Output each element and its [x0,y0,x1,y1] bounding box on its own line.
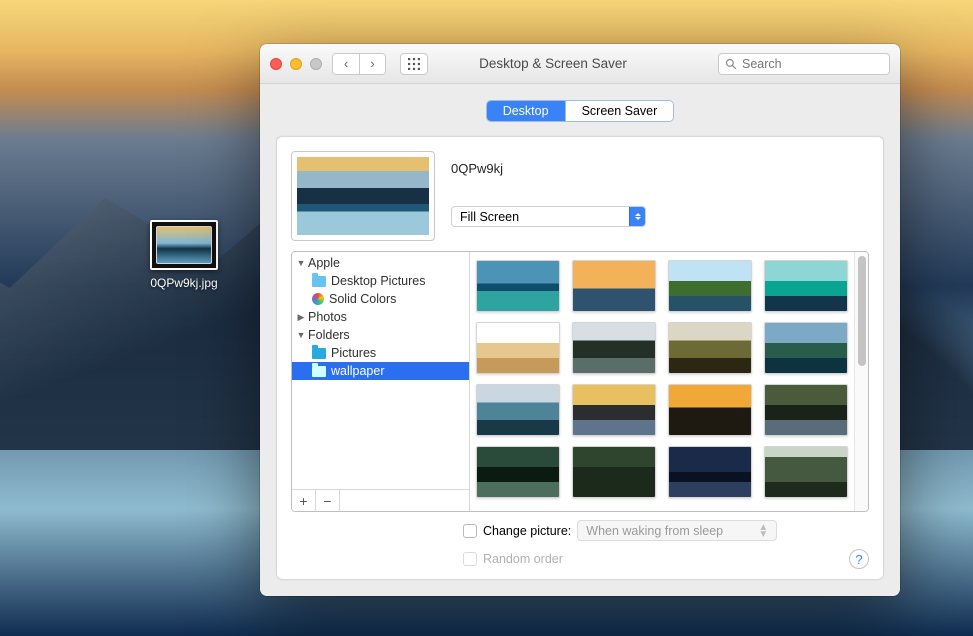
scrollbar-knob[interactable] [858,256,866,366]
forward-button[interactable]: › [359,54,385,74]
grid-icon [408,58,420,70]
fit-mode-select[interactable]: Fill Screen [451,206,646,227]
wallpaper-gallery [470,252,854,511]
close-icon[interactable] [270,58,282,70]
desktop-file[interactable]: 0QPw9kj.jpg [140,220,228,290]
wallpaper-thumb[interactable] [764,446,848,498]
tree-item-desktop-pictures[interactable]: Desktop Pictures [292,272,469,290]
chevron-updown-icon [629,207,645,226]
zoom-icon [310,58,322,70]
tree-item-pictures[interactable]: Pictures [292,344,469,362]
show-all-button[interactable] [400,53,428,75]
change-interval-value: When waking from sleep [586,524,723,538]
minimize-icon[interactable] [290,58,302,70]
prefs-window: ‹ › Desktop & Screen Saver Desktop Scree… [260,44,900,596]
folder-icon [312,276,326,287]
folder-icon [312,348,326,359]
chevron-updown-icon: ▲▼ [758,524,768,538]
wallpaper-thumb[interactable] [764,322,848,374]
wallpaper-thumb[interactable] [764,260,848,312]
random-order-checkbox [463,552,477,566]
help-button[interactable]: ? [849,549,869,569]
disclosure-open-icon: ▼ [296,258,306,268]
window-controls [270,58,322,70]
wallpaper-thumb[interactable] [764,384,848,436]
tree-group-apple[interactable]: ▼Apple [292,254,469,272]
add-folder-button[interactable]: + [292,490,316,511]
tree-item-solid-colors[interactable]: Solid Colors [292,290,469,308]
change-picture-label: Change picture: [483,524,571,538]
tab-desktop[interactable]: Desktop [487,101,565,121]
wallpaper-thumb[interactable] [476,446,560,498]
wallpaper-thumb[interactable] [572,322,656,374]
disclosure-closed-icon: ▶ [296,312,306,323]
titlebar: ‹ › Desktop & Screen Saver [260,44,900,84]
tree-group-photos[interactable]: ▶Photos [292,308,469,326]
wallpaper-thumb[interactable] [668,322,752,374]
wallpaper-thumb[interactable] [668,260,752,312]
window-title: Desktop & Screen Saver [436,56,710,71]
source-sidebar: ▼Apple Desktop Pictures Solid Colors ▶Ph… [292,252,470,511]
wallpaper-thumb[interactable] [668,446,752,498]
remove-folder-button[interactable]: − [316,490,340,511]
wallpaper-thumb[interactable] [668,384,752,436]
tree-item-wallpaper[interactable]: wallpaper [292,362,469,380]
search-field[interactable] [718,53,890,75]
file-thumbnail [150,220,218,270]
file-label: 0QPw9kj.jpg [140,276,228,290]
wallpaper-thumb[interactable] [572,384,656,436]
random-order-label: Random order [483,552,563,566]
main-tabs: Desktop Screen Saver [486,100,675,122]
back-button[interactable]: ‹ [333,54,359,74]
wallpaper-thumb[interactable] [476,322,560,374]
search-icon [725,58,737,70]
nav-back-forward: ‹ › [332,53,386,75]
search-input[interactable] [742,57,903,71]
disclosure-open-icon: ▼ [296,330,306,340]
gallery-scrollbar[interactable] [854,252,868,511]
current-wallpaper-preview [291,151,435,241]
desktop-panel: 0QPw9kj Fill Screen ▼Apple Desktop Pictu… [276,136,884,580]
change-interval-select: When waking from sleep ▲▼ [577,520,777,541]
wallpaper-thumb[interactable] [476,384,560,436]
change-picture-checkbox[interactable] [463,524,477,538]
tab-screensaver[interactable]: Screen Saver [565,101,674,121]
wallpaper-thumb[interactable] [476,260,560,312]
fit-mode-value: Fill Screen [452,210,629,224]
wallpaper-thumb[interactable] [572,446,656,498]
color-wheel-icon [312,293,324,305]
wallpaper-thumb[interactable] [572,260,656,312]
folder-icon [312,366,326,377]
tree-group-folders[interactable]: ▼Folders [292,326,469,344]
current-wallpaper-name: 0QPw9kj [451,161,869,176]
